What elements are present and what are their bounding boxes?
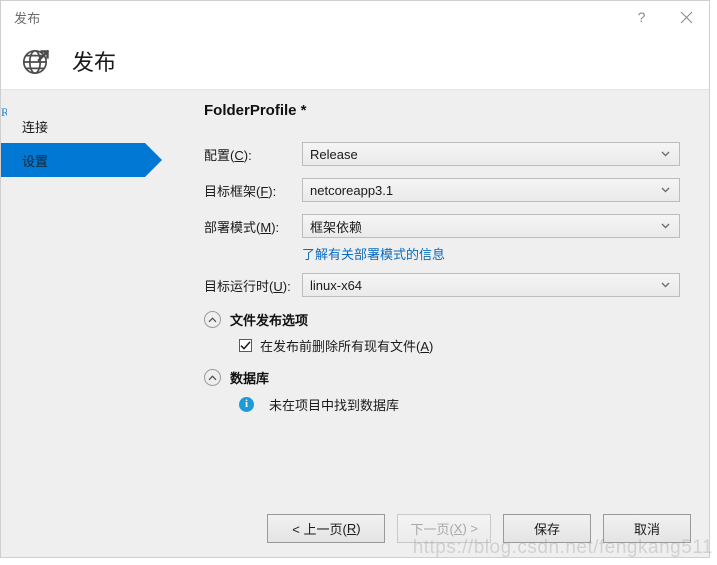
- configuration-value: Release: [310, 146, 358, 162]
- next-button: 下一页(X) >: [397, 513, 491, 543]
- page-title: 发布: [72, 50, 117, 75]
- field-target-framework: 目标框架(F): netcoreapp3.1: [204, 178, 685, 202]
- checkmark-icon: [240, 341, 251, 350]
- delete-existing-files-row: 在发布前删除所有现有文件(A): [239, 336, 685, 355]
- target-runtime-label: 目标运行时(U):: [204, 278, 291, 294]
- file-publish-options-title: 文件发布选项: [230, 313, 309, 328]
- target-framework-value: netcoreapp3.1: [310, 182, 394, 198]
- deployment-mode-value: 框架依赖: [310, 219, 363, 235]
- profile-title: FolderProfile *: [204, 102, 307, 119]
- field-target-runtime: 目标运行时(U): linux-x64: [204, 273, 685, 297]
- close-icon: [680, 11, 693, 23]
- file-publish-options-expander[interactable]: [204, 311, 221, 328]
- previous-button[interactable]: < 上一页(R): [267, 513, 386, 543]
- configuration-dropdown[interactable]: Release: [302, 142, 680, 166]
- chevron-up-circle-icon: [208, 316, 217, 322]
- database-info-text: 未在项目中找到数据库: [269, 398, 400, 413]
- delete-existing-files-label: 在发布前删除所有现有文件(A): [260, 339, 434, 354]
- section-file-publish-options: 文件发布选项: [204, 310, 685, 329]
- settings-pane: FolderProfile * 配置(C): Release 目标框架(F):: [173, 90, 709, 499]
- close-button[interactable]: [664, 1, 709, 33]
- delete-existing-files-checkbox[interactable]: [239, 339, 252, 352]
- field-deployment-mode: 部署模式(M): 框架依赖: [204, 214, 685, 238]
- dialog-header: 发布: [1, 33, 709, 90]
- question-mark-icon: ?: [637, 9, 646, 25]
- chevron-up-circle-icon: [208, 374, 217, 380]
- cancel-button[interactable]: 取消: [603, 513, 691, 543]
- sidebar-item-label: 设置: [22, 153, 49, 169]
- database-expander[interactable]: [204, 369, 221, 386]
- sidebar: 连接 设置: [1, 90, 173, 499]
- help-button[interactable]: ?: [619, 1, 664, 33]
- dialog-footer: < 上一页(R) 下一页(X) > 保存 取消: [1, 499, 709, 557]
- configuration-label: 配置(C):: [204, 147, 252, 163]
- chevron-down-icon: [661, 186, 670, 195]
- target-runtime-dropdown[interactable]: linux-x64: [302, 273, 680, 297]
- deployment-mode-help-link[interactable]: 了解有关部署模式的信息: [302, 247, 445, 262]
- window-title: 发布: [14, 10, 41, 26]
- info-circle-icon: i: [239, 397, 254, 412]
- deployment-mode-help-row: 了解有关部署模式的信息: [302, 244, 685, 263]
- deployment-mode-label: 部署模式(M):: [204, 219, 280, 235]
- window-controls: ?: [619, 1, 709, 33]
- globe-publish-icon: [18, 42, 56, 80]
- chevron-down-icon: [661, 222, 670, 231]
- save-button[interactable]: 保存: [503, 513, 591, 543]
- sidebar-item-label: 连接: [22, 119, 49, 135]
- sidebar-item-connection[interactable]: 连接: [1, 109, 173, 143]
- database-info-row: i 未在项目中找到数据库: [239, 395, 685, 414]
- target-framework-dropdown[interactable]: netcoreapp3.1: [302, 178, 680, 202]
- title-bar: 发布 ?: [1, 1, 709, 33]
- database-title: 数据库: [230, 371, 270, 386]
- publish-dialog: 发布 ? 发布 R 连接 设置 FolderProfile * 配置(C): R…: [0, 0, 710, 558]
- target-framework-label: 目标框架(F):: [204, 183, 277, 199]
- field-configuration: 配置(C): Release: [204, 142, 685, 166]
- target-runtime-value: linux-x64: [310, 277, 363, 293]
- deployment-mode-dropdown[interactable]: 框架依赖: [302, 214, 680, 238]
- chevron-down-icon: [661, 281, 670, 290]
- chevron-down-icon: [661, 150, 670, 159]
- dialog-body: R 连接 设置 FolderProfile * 配置(C): Release 目…: [1, 90, 709, 499]
- section-database: 数据库: [204, 368, 685, 387]
- sidebar-item-settings[interactable]: 设置: [1, 143, 162, 177]
